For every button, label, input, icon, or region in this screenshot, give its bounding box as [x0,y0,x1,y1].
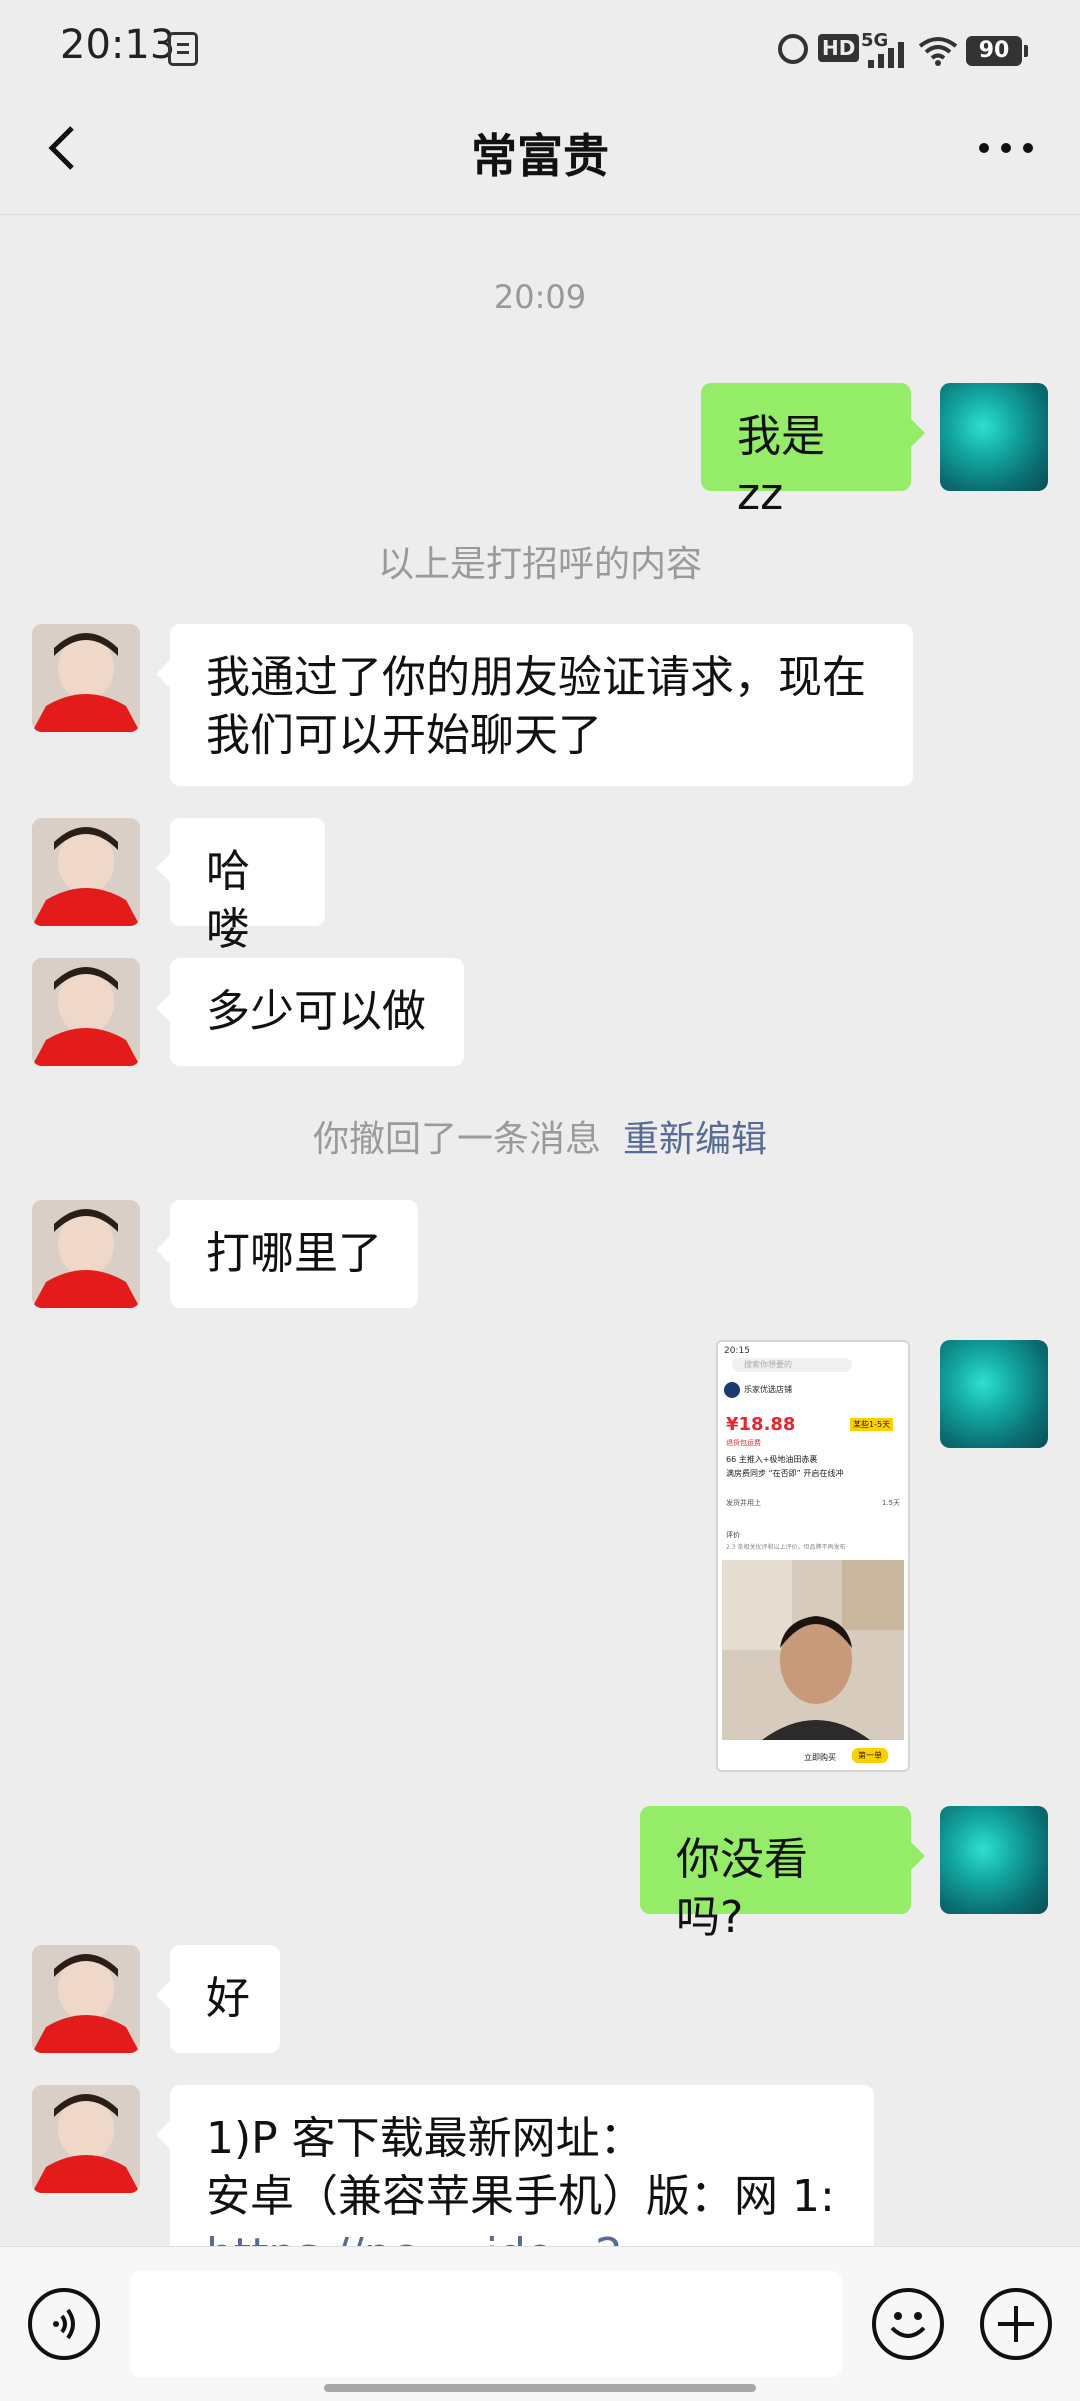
hd-badge: HD [818,34,860,62]
alarm-icon [778,34,808,64]
first-one: 第一单 [852,1748,888,1763]
message-bubble-outgoing[interactable]: 你没看吗? [640,1806,925,1943]
contact-avatar-image [32,624,140,732]
message-bubble-incoming[interactable]: 好 [156,1945,280,2053]
contact-avatar-image [32,1945,140,2053]
voice-button[interactable] [28,2288,100,2360]
contact-avatar[interactable] [32,624,140,732]
self-avatar[interactable] [940,1806,1048,1914]
product-price: ¥18.88 [726,1414,796,1435]
emoji-button[interactable] [872,2288,944,2360]
shop-logo [724,1382,740,1398]
message-bubble-incoming[interactable]: 我通过了你的朋友验证请求，现在我们可以开始聊天了 [156,624,913,786]
header-divider [0,214,1080,215]
buy-now: 立即购买 [804,1753,836,1762]
message-bubble-incoming[interactable]: 打哪里了 [156,1200,418,1308]
price-tag: 退货包运费 [726,1439,761,1447]
download-line-1: 1)P 客下载最新网址： [206,2113,644,2164]
screenshot-time: 20:15 [724,1346,750,1356]
message-bubble-incoming[interactable]: 哈喽 [156,818,325,955]
shipping-label: 发货并用上 [726,1499,761,1507]
review-text: 2.3 条相关优评和以上评价，但品牌不再发布 [726,1544,846,1551]
self-avatar[interactable] [940,383,1048,491]
contact-avatar-image [32,1200,140,1308]
status-time: 20:13 [60,22,176,68]
download-line-2: 安卓（兼容苹果手机）版：网 1: [206,2171,835,2222]
self-avatar[interactable] [940,1340,1048,1448]
chat-title: 常富贵 [471,129,609,183]
add-button[interactable] [980,2288,1052,2360]
deal-badge: 某些1-5天 [850,1418,894,1431]
greeting-notice: 以上是打招呼的内容 [377,544,702,585]
emoji-icon [890,2312,926,2338]
battery-indicator: 90 [966,36,1028,66]
home-indicator[interactable] [324,2384,756,2392]
contact-avatar[interactable] [32,958,140,1066]
more-button[interactable] [970,118,1050,178]
contact-avatar-image [32,818,140,926]
contact-avatar-image [32,2085,140,2193]
signal-icon [868,42,904,68]
image-message[interactable]: 20:15 搜索你想要的 乐家优选店铺 ¥18.88 某些1-5天 退货包运费 … [716,1340,910,1772]
contact-avatar[interactable] [32,2085,140,2193]
chat-timestamp: 20:09 [493,278,587,316]
contact-avatar[interactable] [32,818,140,926]
plus-icon [998,2306,1034,2342]
message-bubble-incoming[interactable]: 多少可以做 [156,958,464,1066]
product-line2: 满房费同步 “在否即” 开启在线冲 [726,1469,844,1478]
message-input[interactable] [130,2271,842,2377]
recall-notice: 你撤回了一条消息 重新编辑 [0,1110,1080,1162]
shop-name: 乐家优选店铺 [744,1385,792,1394]
message-bubble-outgoing[interactable]: 我是 zz [701,383,925,520]
product-line1: 66 主推入+极地油田赤裹 [726,1455,818,1464]
recall-notice-text: 你撤回了一条消息 [312,1119,601,1160]
review-photo [722,1560,904,1740]
shipping-right: 1.5天 [881,1499,900,1507]
contact-avatar[interactable] [32,1945,140,2053]
re-edit-link[interactable]: 重新编辑 [623,1119,767,1160]
voice-icon [53,2308,75,2340]
wifi-icon [918,37,958,66]
screenshot-search: 搜索你想要的 [732,1358,852,1372]
review-label: 评价 [726,1531,740,1539]
contact-avatar[interactable] [32,1200,140,1308]
sim-icon [168,32,198,66]
contact-avatar-image [32,958,140,1066]
more-dots-icon [979,143,1033,153]
